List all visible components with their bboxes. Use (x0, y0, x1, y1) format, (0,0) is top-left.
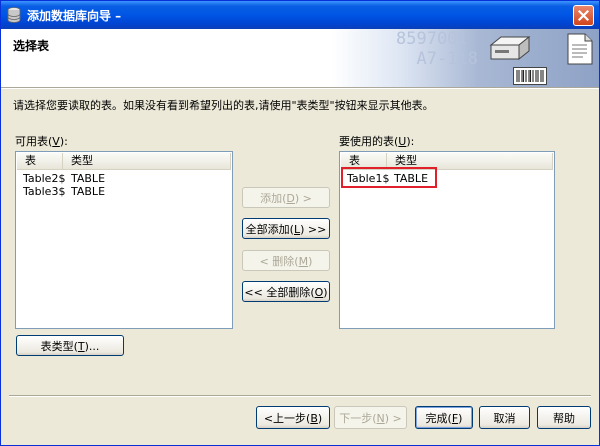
server-icon (489, 35, 531, 61)
table-type: TABLE (71, 185, 106, 198)
title-bar[interactable]: 添加数据库向导 – (1, 1, 599, 29)
available-list-header: 表 类型 (17, 153, 231, 170)
available-tables-list[interactable]: 表 类型 Table2$ TABLE Table3$ TABLE (15, 151, 233, 329)
table-row[interactable]: Table3$ TABLE (17, 186, 231, 198)
database-icon (7, 7, 21, 23)
selection-highlight-annotation (341, 167, 437, 188)
next-button[interactable]: 下一步(N) > (334, 406, 407, 429)
document-icon (567, 33, 593, 65)
available-tables-label: 可用表(V): (15, 135, 68, 148)
add-button[interactable]: 添加(D) > (242, 187, 330, 208)
remove-all-button[interactable]: << 全部删除(O) (242, 281, 330, 302)
instruction-text: 请选择您要读取的表。如果没有看到希望列出的表,请使用"表类型"按钮来显示其他表。 (13, 99, 434, 112)
table-name: Table3$ (23, 185, 66, 198)
wizard-window: 添加数据库向导 – 8597001 A7-118 选择表 请选择您要读取的表。如… (0, 0, 600, 446)
table-type: TABLE (71, 172, 106, 185)
remove-button[interactable]: < 删除(M) (242, 250, 330, 271)
window-title: 添加数据库向导 – (27, 9, 122, 23)
wizard-header: 8597001 A7-118 选择表 (1, 29, 599, 87)
add-all-button[interactable]: 全部添加(L) >> (242, 218, 330, 239)
table-name: Table2$ (23, 172, 66, 185)
table-row[interactable]: Table2$ TABLE (17, 173, 231, 185)
selected-tables-label: 要使用的表(U): (339, 135, 415, 148)
cancel-button[interactable]: 取消 (479, 406, 530, 429)
table-type-button[interactable]: 表类型(T)... (16, 335, 124, 356)
header-divider (1, 87, 599, 89)
column-header-type[interactable]: 类型 (63, 153, 231, 169)
close-button[interactable] (573, 5, 594, 26)
footer-divider (9, 395, 591, 397)
finish-button[interactable]: 完成(F) (415, 406, 473, 429)
column-header-table[interactable]: 表 (17, 153, 63, 169)
barcode-icon (513, 67, 547, 85)
close-icon (578, 10, 589, 21)
page-title: 选择表 (13, 39, 50, 53)
back-button[interactable]: <上一步(B) (256, 406, 330, 429)
help-button[interactable]: 帮助 (537, 406, 591, 429)
